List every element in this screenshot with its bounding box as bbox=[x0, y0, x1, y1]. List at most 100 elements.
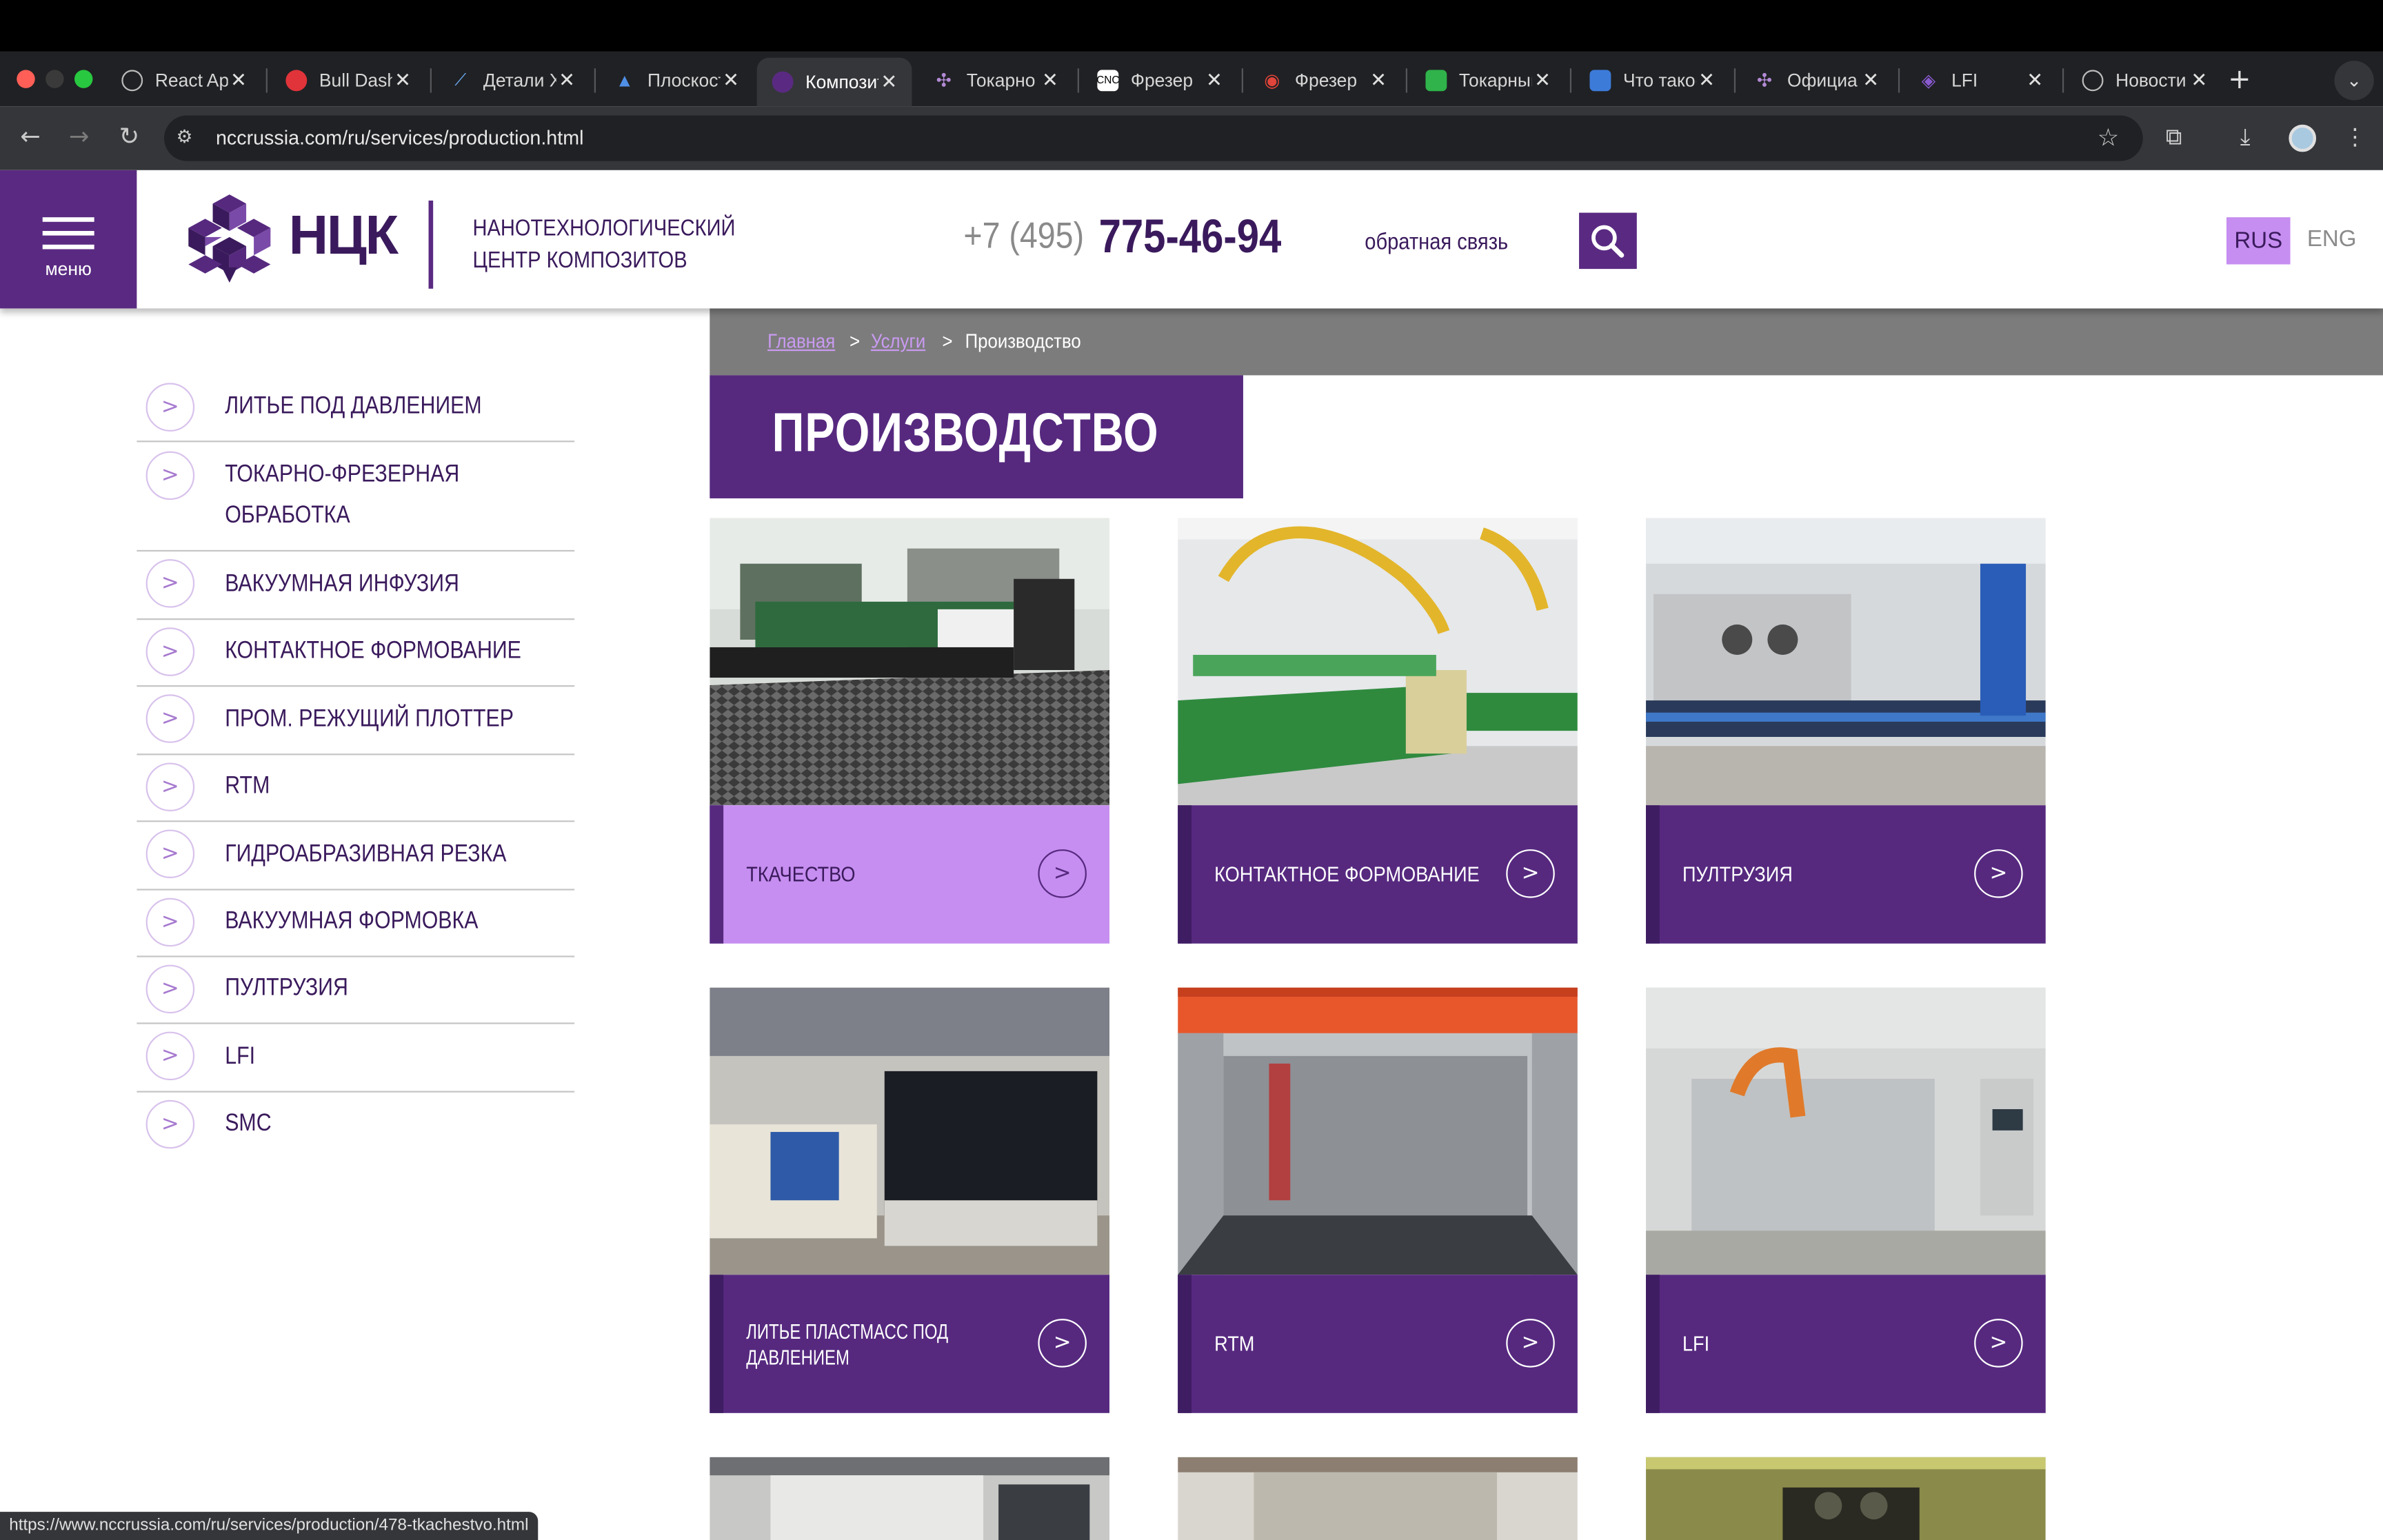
close-tab-icon[interactable]: ✕ bbox=[2189, 68, 2210, 92]
target-icon bbox=[285, 70, 308, 92]
chevron-right-icon: > bbox=[145, 898, 195, 947]
browser-tab[interactable]: React App✕ bbox=[106, 61, 261, 100]
service-card-photo[interactable] bbox=[1178, 1457, 1578, 1540]
tab-search-icon[interactable]: ⌄ bbox=[2334, 61, 2374, 101]
forward-arrow-icon[interactable]: → bbox=[62, 121, 95, 150]
sidebar-item-contact-molding[interactable]: > КОНТАКТНОЕ ФОРМОВАНИЕ bbox=[137, 620, 575, 687]
browser-tab[interactable]: Bull Dashboard✕ bbox=[270, 61, 425, 100]
close-tab-icon[interactable]: ✕ bbox=[1532, 68, 1554, 92]
site-settings-icon[interactable]: ⚙ bbox=[177, 126, 201, 150]
maximize-window-button[interactable] bbox=[74, 70, 93, 88]
profile-avatar[interactable] bbox=[2289, 124, 2317, 152]
card-title: ПУЛТРУЗИЯ bbox=[1682, 861, 1793, 886]
ncc-logo-icon bbox=[772, 71, 794, 93]
phone-number[interactable]: 775-46-94 bbox=[1099, 210, 1282, 264]
sidebar-item-rtm[interactable]: > RTM bbox=[137, 755, 575, 822]
menu-button[interactable]: меню bbox=[0, 170, 137, 309]
page-title: ПРОИЗВОДСТВО bbox=[772, 401, 1159, 464]
lang-eng-button[interactable]: ENG bbox=[2307, 226, 2357, 252]
site-icon bbox=[1425, 70, 1447, 92]
site-icon: ▲ bbox=[615, 70, 634, 92]
card-title: LFI bbox=[1682, 1330, 1710, 1356]
browser-tab[interactable]: ▲Плоскость✕ bbox=[599, 61, 754, 100]
reload-icon[interactable]: ↻ bbox=[112, 121, 145, 150]
url-text[interactable]: nccrussia.com/ru/services/production.htm… bbox=[216, 126, 583, 149]
chevron-right-icon[interactable]: > bbox=[1038, 1319, 1087, 1368]
chevron-right-icon[interactable]: > bbox=[1038, 849, 1087, 898]
card-title: ТКАЧЕСТВО bbox=[746, 861, 856, 886]
contact-molding-photo bbox=[1178, 518, 1578, 806]
minimize-window-button[interactable] bbox=[46, 70, 64, 88]
logo-text[interactable]: НЦК bbox=[289, 203, 399, 267]
chevron-right-icon[interactable]: > bbox=[1506, 849, 1555, 898]
close-tab-icon[interactable]: ✕ bbox=[1040, 68, 1061, 92]
rtm-press-photo bbox=[1178, 987, 1578, 1275]
close-tab-icon[interactable]: ✕ bbox=[1368, 68, 1389, 92]
browser-tab[interactable]: Новости ✕ bbox=[2067, 61, 2222, 100]
os-menubar bbox=[0, 0, 2383, 52]
service-card-plastic-injection[interactable]: ЛИТЬЕ ПЛАСТМАСС ПОД ДАВЛЕНИЕМ > bbox=[710, 987, 1109, 1413]
sidebar-item-injection-molding[interactable]: > ЛИТЬЕ ПОД ДАВЛЕНИЕМ bbox=[137, 374, 575, 443]
browser-tab[interactable]: ⟋ Детали X ✕ bbox=[434, 61, 590, 100]
close-tab-icon[interactable]: ✕ bbox=[228, 68, 250, 92]
bookmark-star-icon[interactable]: ☆ bbox=[2098, 123, 2120, 152]
close-tab-icon[interactable]: ✕ bbox=[1860, 68, 1882, 92]
chevron-right-icon: > bbox=[145, 559, 195, 608]
browser-tab[interactable]: ◈ LFI ✕ bbox=[1903, 61, 2058, 100]
browser-tab[interactable]: ◉ Фрезер ✕ bbox=[1246, 61, 1401, 100]
logo-subtitle: НАНОТЕХНОЛОГИЧЕСКИЙ ЦЕНТР КОМПОЗИТОВ bbox=[472, 215, 736, 274]
browser-tab[interactable]: ✣ Токарно ✕ bbox=[918, 61, 1073, 100]
browser-tab[interactable]: Что такое✕ bbox=[1574, 61, 1729, 100]
chevron-right-icon[interactable]: > bbox=[1974, 1319, 2023, 1368]
ncc-logo-icon[interactable] bbox=[185, 192, 274, 286]
breadcrumb-services-link[interactable]: Услуги bbox=[871, 330, 925, 352]
service-card-photo[interactable] bbox=[1646, 1457, 2046, 1540]
logo-divider bbox=[428, 200, 434, 289]
sidebar-item-vacuum-forming[interactable]: > ВАКУУМНАЯ ФОРМОВКА bbox=[137, 891, 575, 958]
browser-tab-active[interactable]: Композиты✕ bbox=[756, 57, 912, 107]
site-icon: ⟋ bbox=[454, 70, 467, 89]
search-button[interactable] bbox=[1579, 212, 1637, 270]
service-card-weaving[interactable]: ТКАЧЕСТВО > bbox=[710, 518, 1109, 944]
close-tab-icon[interactable]: ✕ bbox=[556, 68, 578, 92]
service-card-rtm[interactable]: RTM > bbox=[1178, 987, 1578, 1413]
sidebar-item-turning-milling[interactable]: > ТОКАРНО-ФРЕЗЕРНАЯ ОБРАБОТКА bbox=[137, 442, 575, 552]
globe-icon bbox=[2082, 70, 2104, 92]
service-card-pultrusion[interactable]: ПУЛТРУЗИЯ > bbox=[1646, 518, 2046, 944]
service-card-photo[interactable] bbox=[710, 1457, 1109, 1540]
sidebar-item-waterjet-cutting[interactable]: > ГИДРОАБРАЗИВНАЯ РЕЗКА bbox=[137, 822, 575, 891]
kebab-menu-icon[interactable]: ⋮ bbox=[2344, 123, 2366, 151]
browser-tab[interactable]: CNC Фрезер ✕ bbox=[1082, 61, 1237, 100]
browser-tab[interactable]: ✣ Официа ✕ bbox=[1738, 61, 1893, 100]
phone-code[interactable]: +7 (495) bbox=[963, 216, 1084, 259]
sidebar-item-lfi[interactable]: > LFI bbox=[137, 1024, 575, 1093]
close-tab-icon[interactable]: ✕ bbox=[392, 68, 414, 92]
close-tab-icon[interactable]: ✕ bbox=[721, 68, 742, 92]
chevron-right-icon[interactable]: > bbox=[1974, 849, 2023, 898]
sidebar-item-pultrusion[interactable]: > ПУЛТРУЗИЯ bbox=[137, 958, 575, 1024]
chevron-right-icon[interactable]: > bbox=[1506, 1319, 1555, 1368]
chevron-right-icon: > bbox=[145, 964, 195, 1014]
new-tab-button[interactable]: + bbox=[2228, 64, 2251, 96]
download-icon[interactable]: ⤓ bbox=[2240, 123, 2251, 151]
extensions-icon[interactable]: ⧉ bbox=[2166, 123, 2182, 151]
feedback-link[interactable]: обратная связь bbox=[1365, 230, 1508, 255]
card-title: ЛИТЬЕ ПЛАСТМАСС ПОД ДАВЛЕНИЕМ bbox=[746, 1318, 949, 1368]
close-tab-icon[interactable]: ✕ bbox=[878, 70, 900, 94]
site-icon: ◈ bbox=[1921, 70, 1936, 92]
close-tab-icon[interactable]: ✕ bbox=[1204, 68, 1225, 92]
sidebar-item-smc[interactable]: > SMC bbox=[137, 1093, 574, 1159]
service-card-lfi[interactable]: LFI > bbox=[1646, 987, 2046, 1413]
back-arrow-icon[interactable]: ← bbox=[14, 121, 47, 150]
sidebar-item-vacuum-infusion[interactable]: > ВАКУУМНАЯ ИНФУЗИЯ bbox=[137, 551, 575, 620]
lang-rus-button[interactable]: RUS bbox=[2226, 217, 2291, 265]
sidebar-item-cutting-plotter[interactable]: > ПРОМ. РЕЖУЩИЙ ПЛОТТЕР bbox=[137, 687, 575, 756]
close-tab-icon[interactable]: ✕ bbox=[1696, 68, 1718, 92]
breadcrumb-home-link[interactable]: Главная bbox=[767, 330, 835, 352]
close-window-button[interactable] bbox=[17, 70, 35, 88]
service-card-contact-molding[interactable]: КОНТАКТНОЕ ФОРМОВАНИЕ > bbox=[1178, 518, 1578, 944]
card-title: RTM bbox=[1214, 1330, 1255, 1356]
breadcrumb-current: Производство bbox=[965, 330, 1081, 353]
close-tab-icon[interactable]: ✕ bbox=[2024, 68, 2046, 92]
browser-tab[interactable]: Токарный✕ bbox=[1410, 61, 1565, 100]
